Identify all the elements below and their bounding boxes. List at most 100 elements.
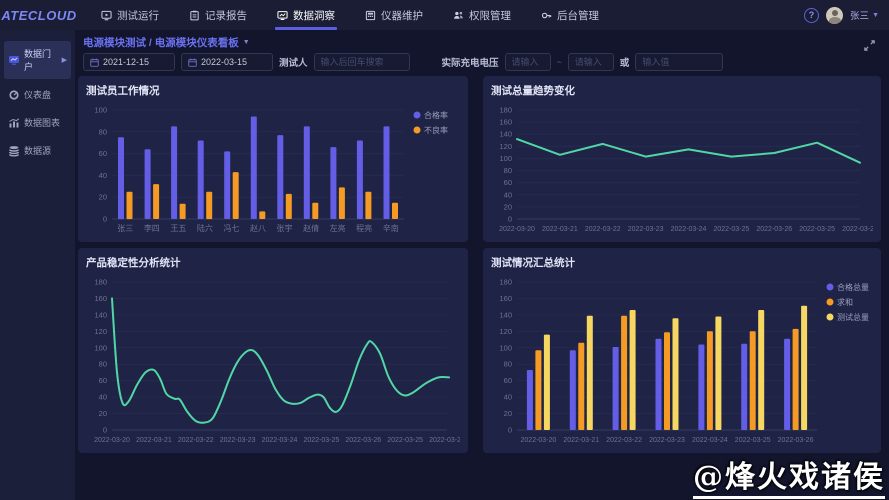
tester-input[interactable] <box>321 57 403 67</box>
svg-text:2022-03-24: 2022-03-24 <box>692 437 728 444</box>
watermark: @烽火戏诸侯 <box>693 459 885 500</box>
svg-text:20: 20 <box>504 409 512 418</box>
bar <box>578 343 584 430</box>
top-navbar: ATECLOUD 测试运行 记录报告 数据洞察 仪器维护 <box>0 0 889 30</box>
menu-item-permission[interactable]: 权限管理 <box>438 0 526 30</box>
x-axis-labels: 2022-03-202022-03-212022-03-222022-03-23… <box>94 437 460 444</box>
database-icon <box>8 145 20 157</box>
permission-icon <box>453 10 464 21</box>
bar <box>758 310 764 430</box>
sidebar-item-dashboard[interactable]: 仪表盘 <box>4 82 71 107</box>
admin-icon <box>541 10 552 21</box>
svg-text:程亮: 程亮 <box>356 223 372 233</box>
svg-text:2022-03-26: 2022-03-26 <box>756 226 792 233</box>
line-chart-stability: 0204060801001201401601802022-03-202022-0… <box>86 272 460 447</box>
bar-chart-tester-work: 020406080100张三李四王五陆六冯七赵八张宇赵倩左亮程亮辛南合格率不良率 <box>86 100 460 236</box>
panel-tester-work: 测试员工作情况 020406080100张三李四王五陆六冯七赵八张宇赵倩左亮程亮… <box>78 76 468 242</box>
panel-total-trend: 测试总量趋势变化 0204060801001201401601802022-03… <box>483 76 881 242</box>
user-name: 张三 <box>850 8 869 22</box>
tester-field[interactable] <box>314 53 410 71</box>
menu-item-report[interactable]: 记录报告 <box>174 0 262 30</box>
legend-label: 合格率 <box>424 110 448 120</box>
main-content: 电源模块测试 / 电源模块仪表看板 ▼ 测试人 实际充电电压 ~ <box>75 30 889 500</box>
or-label: 或 <box>620 55 630 69</box>
legend-dot <box>827 314 834 321</box>
bar <box>357 141 363 220</box>
fullscreen-icon[interactable] <box>863 39 876 57</box>
sidebar-item-data-charts[interactable]: 数据图表 <box>4 110 71 135</box>
svg-text:60: 60 <box>504 376 512 385</box>
svg-text:160: 160 <box>499 118 512 127</box>
date-start-input[interactable] <box>103 57 168 67</box>
svg-text:2022-03-22: 2022-03-22 <box>606 437 642 444</box>
menu-item-label: 数据洞察 <box>293 8 335 23</box>
chevron-down-icon: ▼ <box>243 39 250 46</box>
svg-text:120: 120 <box>499 142 512 151</box>
svg-text:张宇: 张宇 <box>277 223 293 233</box>
svg-text:0: 0 <box>508 215 512 224</box>
legend-label: 不良率 <box>424 125 448 135</box>
svg-text:180: 180 <box>94 278 107 287</box>
bar <box>224 151 230 219</box>
voltage-max-input[interactable] <box>575 57 607 67</box>
help-icon[interactable]: ? <box>804 8 819 23</box>
svg-text:2022-03-20: 2022-03-20 <box>521 437 557 444</box>
menu-item-instrument[interactable]: 仪器维护 <box>350 0 438 30</box>
bar <box>384 126 390 219</box>
portal-icon <box>8 54 20 66</box>
chart-legend: 合格率不良率 <box>414 110 449 135</box>
voltage-min-input[interactable] <box>512 57 544 67</box>
svg-text:2022-03-25: 2022-03-25 <box>713 226 749 233</box>
voltage-min-field[interactable] <box>505 53 551 71</box>
sidebar-item-label: 仪表盘 <box>24 88 51 101</box>
grid-lines <box>517 110 860 219</box>
svg-text:160: 160 <box>94 294 107 303</box>
bar <box>127 192 133 219</box>
bar <box>570 350 576 430</box>
date-end-field[interactable] <box>181 53 273 71</box>
bar <box>613 347 619 430</box>
svg-text:左亮: 左亮 <box>330 223 346 233</box>
bar <box>621 316 627 430</box>
bar <box>392 203 398 219</box>
svg-text:80: 80 <box>99 360 107 369</box>
date-end-input[interactable] <box>201 57 266 67</box>
menu-item-admin[interactable]: 后台管理 <box>526 0 614 30</box>
value-input[interactable] <box>642 57 716 67</box>
svg-text:60: 60 <box>504 178 512 187</box>
sidebar-item-data-source[interactable]: 数据源 <box>4 138 71 163</box>
svg-text:20: 20 <box>504 202 512 211</box>
avatar[interactable] <box>826 7 843 24</box>
svg-text:80: 80 <box>504 166 512 175</box>
menu-item-data-insight[interactable]: 数据洞察 <box>262 0 350 30</box>
svg-text:赵倩: 赵倩 <box>303 223 319 233</box>
breadcrumb[interactable]: 电源模块测试 / 电源模块仪表看板 ▼ <box>83 35 250 50</box>
voltage-max-field[interactable] <box>568 53 614 71</box>
bar <box>630 310 636 430</box>
sidebar-item-data-portal[interactable]: 数据门户 ▶ <box>4 41 71 79</box>
filter-bar: 测试人 实际充电电压 ~ 或 <box>83 53 723 71</box>
chevron-right-icon: ▶ <box>62 56 67 64</box>
svg-text:2022-03-26: 2022-03-26 <box>429 437 460 444</box>
svg-text:2022-03-21: 2022-03-21 <box>542 226 578 233</box>
bar <box>251 117 257 220</box>
svg-text:2022-03-23: 2022-03-23 <box>649 437 685 444</box>
svg-text:60: 60 <box>99 376 107 385</box>
svg-text:100: 100 <box>499 154 512 163</box>
bar <box>233 172 239 219</box>
svg-text:2022-03-26: 2022-03-26 <box>842 226 873 233</box>
menu-item-label: 后台管理 <box>557 8 599 23</box>
legend-dot <box>414 127 421 134</box>
menu-item-label: 仪器维护 <box>381 8 423 23</box>
panel-title: 测试员工作情况 <box>86 83 460 98</box>
date-start-field[interactable] <box>83 53 175 71</box>
tester-label: 测试人 <box>279 55 308 69</box>
user-menu[interactable]: 张三 ▼ <box>850 8 879 22</box>
navbar-right: ? 张三 ▼ <box>804 7 889 24</box>
svg-text:20: 20 <box>99 409 107 418</box>
value-field[interactable] <box>635 53 723 71</box>
panel-title: 产品稳定性分析统计 <box>86 255 460 270</box>
svg-text:2022-03-21: 2022-03-21 <box>563 437 599 444</box>
menu-item-test-run[interactable]: 测试运行 <box>86 0 174 30</box>
svg-text:2022-03-24: 2022-03-24 <box>262 437 298 444</box>
